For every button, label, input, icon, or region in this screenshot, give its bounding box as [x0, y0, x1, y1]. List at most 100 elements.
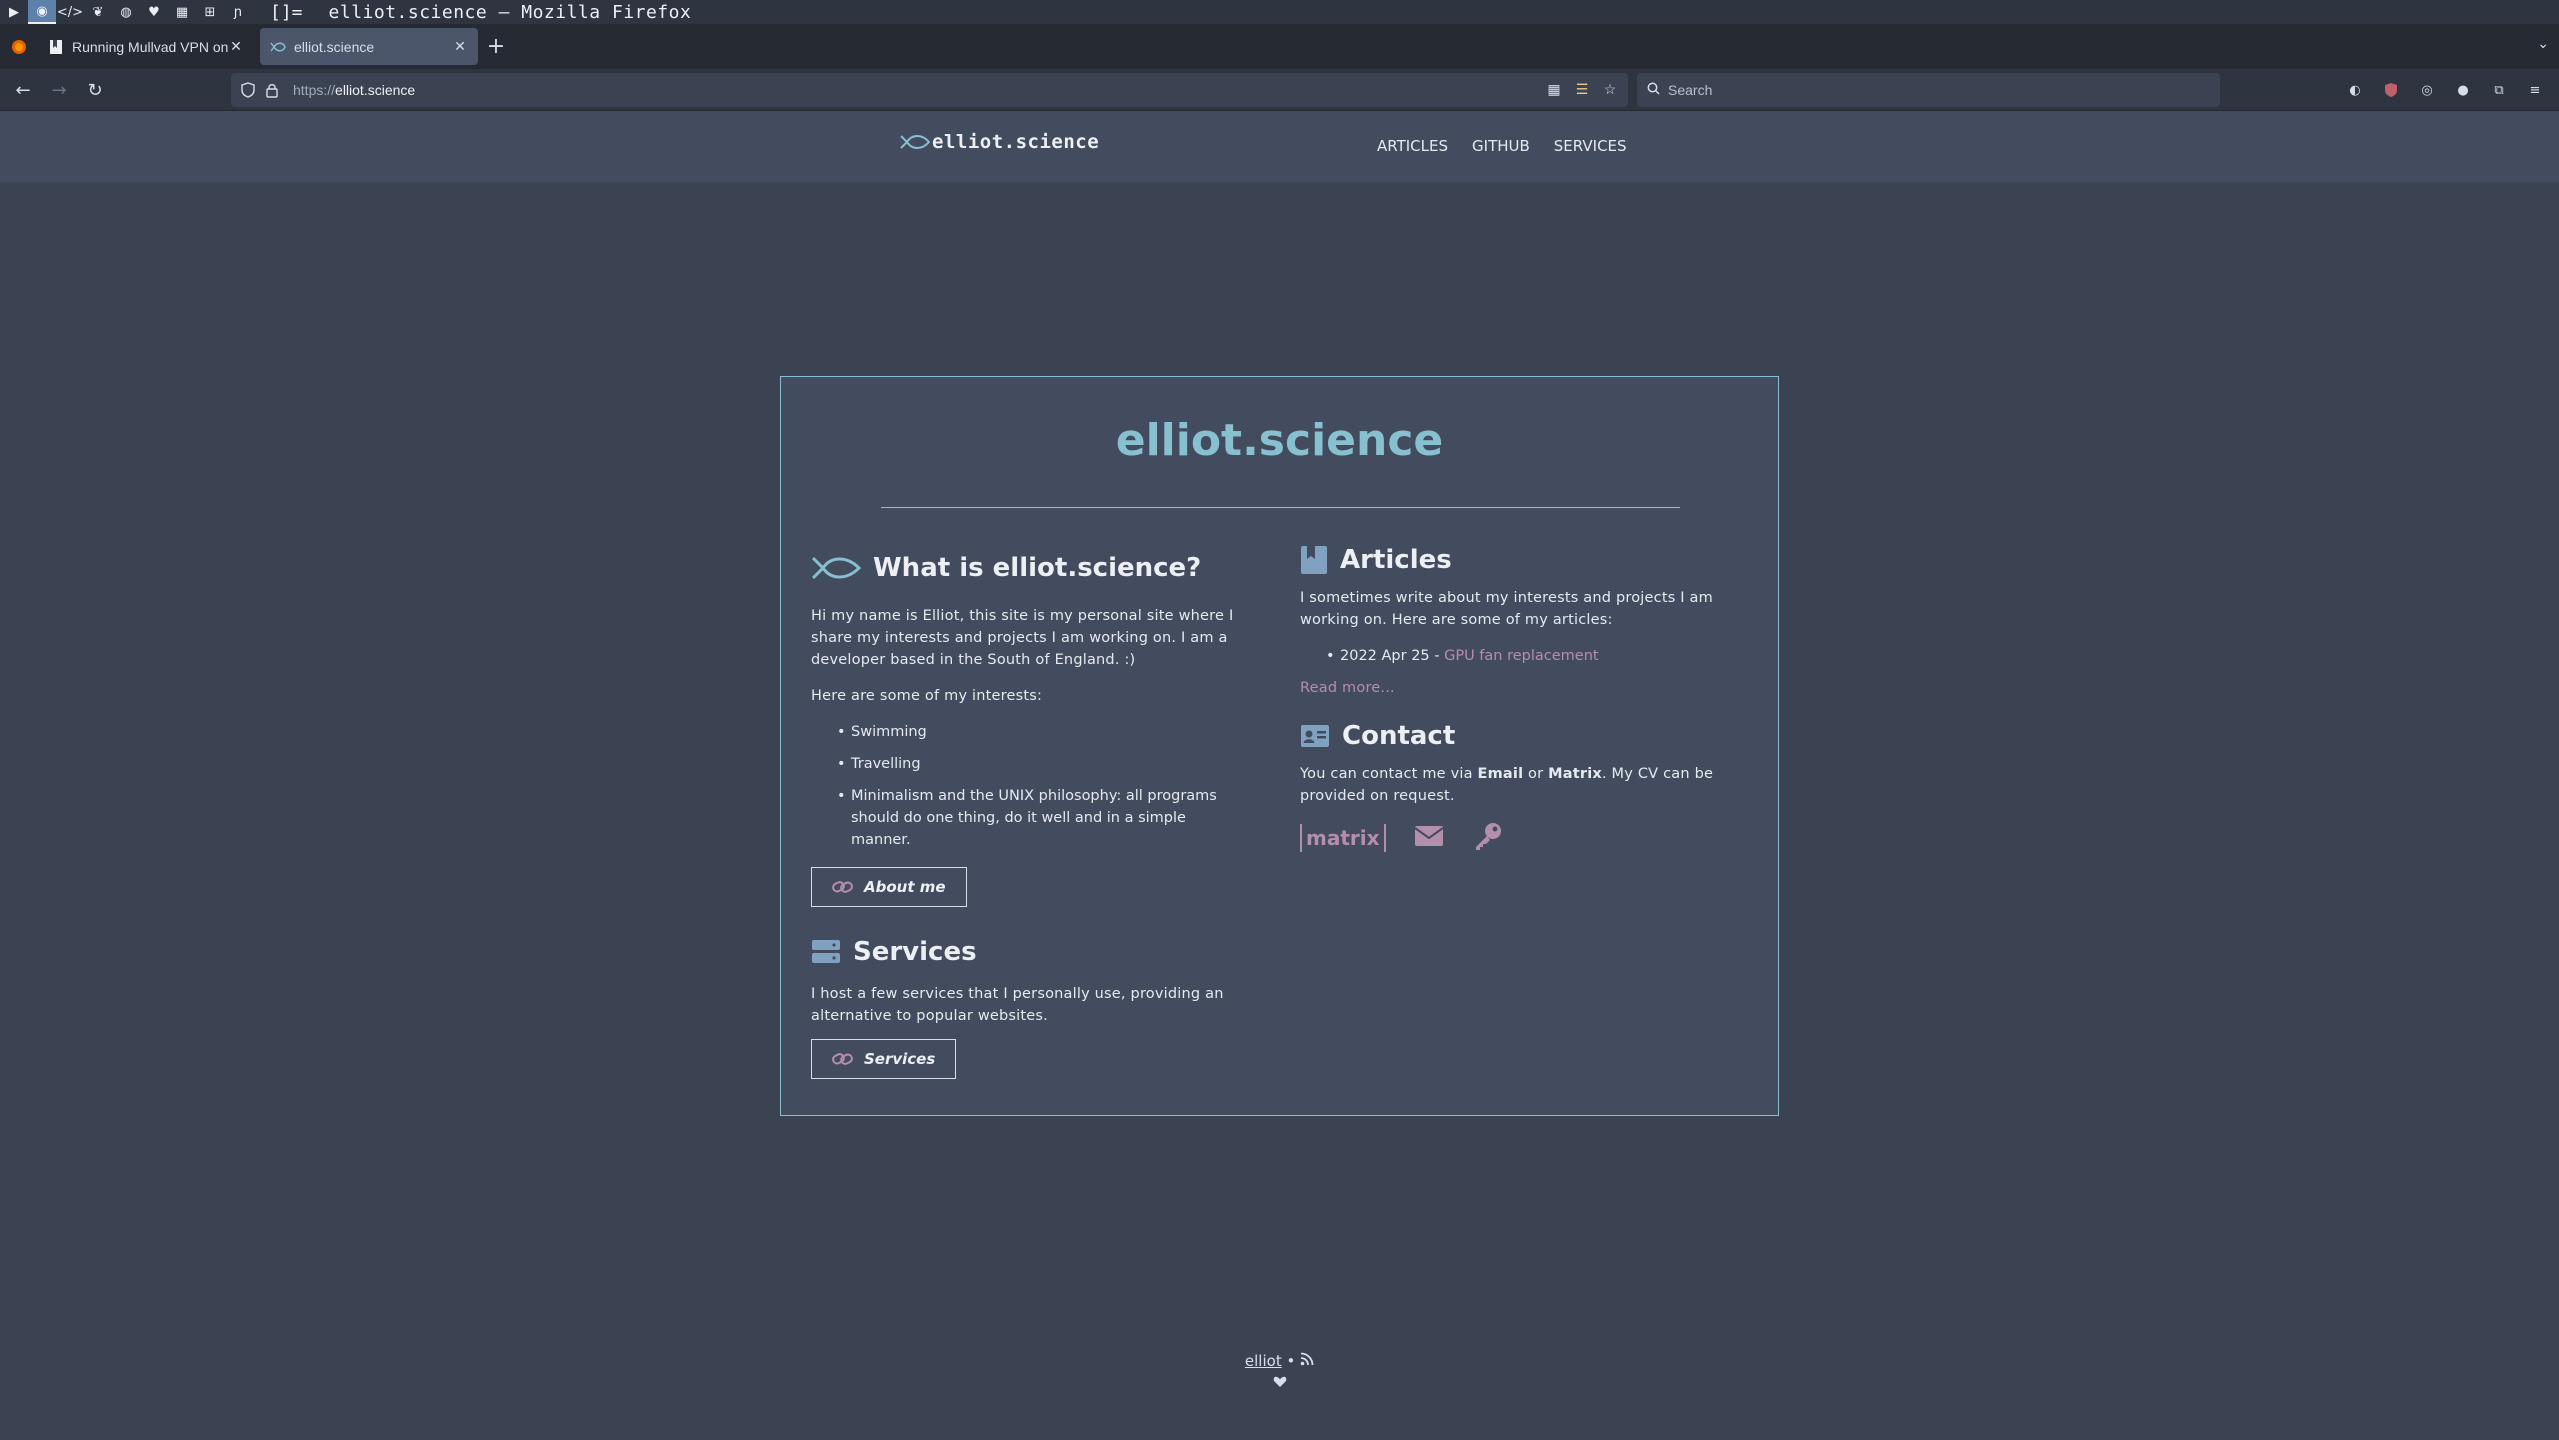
music-icon: ◍	[120, 4, 132, 20]
notes-icon: ɲ	[233, 4, 243, 20]
tab-strip: Running Mullvad VPN on G ✕ elliot.scienc…	[0, 24, 2559, 69]
contact-icons: matrix	[1300, 821, 1740, 855]
url-scheme: https://	[293, 82, 336, 98]
menu-icon[interactable]: ≡	[2524, 79, 2546, 101]
article-link[interactable]: GPU fan replacement	[1444, 648, 1599, 664]
list-all-tabs-icon[interactable]: ⌄	[2537, 36, 2549, 52]
link-icon	[832, 880, 854, 894]
new-tab-button[interactable]: +	[478, 28, 514, 65]
bookmark-icon	[1300, 545, 1328, 575]
tab-elliot-science[interactable]: elliot.science ✕	[260, 28, 478, 65]
firefox-logo-icon	[12, 39, 26, 54]
about-intro: Hi my name is Elliot, this site is my pe…	[811, 608, 1234, 668]
globe-extension-icon[interactable]: ◐	[2344, 79, 2366, 101]
footer-separator: •	[1281, 1352, 1301, 1370]
workspace-3[interactable]: </>	[56, 0, 84, 24]
back-icon[interactable]: ←	[12, 79, 34, 101]
password-extension-icon[interactable]: ◎	[2416, 79, 2438, 101]
services-heading-text: Services	[853, 937, 977, 967]
list-item: Swimming	[811, 721, 1241, 743]
about-me-label: About me	[864, 878, 946, 896]
bookmark-star-icon[interactable]: ☆	[1602, 81, 1618, 97]
cookie-extension-icon[interactable]: ●	[2452, 79, 2474, 101]
reload-icon[interactable]: ↻	[84, 79, 106, 101]
tracking-shield-icon[interactable]	[241, 82, 255, 98]
left-column: What is elliot.science? Hi my name is El…	[811, 553, 1241, 1079]
main-card: elliot.science What is elliot.science? H…	[780, 376, 1779, 1116]
url-text: https://elliot.science	[293, 82, 415, 98]
site-header: elliot.science ARTICLES GITHUB SERVICES	[0, 111, 2559, 182]
about-heading-text: What is elliot.science?	[873, 553, 1202, 583]
layout-indicator[interactable]: []=	[270, 2, 303, 23]
ublock-extension-icon[interactable]	[2380, 79, 2402, 101]
film-icon: ▦	[175, 4, 189, 20]
firefox-icon: ◉	[36, 3, 48, 19]
read-more-row: Read more...	[1300, 677, 1740, 699]
workspace-9[interactable]: ɲ	[224, 0, 252, 24]
workspace-2[interactable]: ◉	[28, 0, 56, 24]
interests-list: Swimming Travelling Minimalism and the U…	[811, 721, 1241, 851]
interests-label: Here are some of my interests:	[811, 688, 1043, 704]
services-heading: Services	[811, 937, 1241, 967]
matrix-link[interactable]: Matrix	[1548, 766, 1602, 782]
nav-github[interactable]: GITHUB	[1472, 137, 1530, 155]
site-brand[interactable]: elliot.science	[900, 131, 1099, 153]
services-button[interactable]: Services	[811, 1039, 957, 1079]
email-link[interactable]: Email	[1478, 766, 1524, 782]
fish-icon	[811, 555, 861, 581]
services-text: I host a few services that I personally …	[811, 986, 1224, 1024]
page-title: elliot.science	[1115, 415, 1444, 466]
envelope-icon[interactable]	[1413, 825, 1444, 851]
site-nav: ARTICLES GITHUB SERVICES	[1377, 137, 1627, 155]
forward-icon[interactable]: →	[48, 79, 70, 101]
contact-heading: Contact	[1300, 721, 1740, 751]
os-top-bar: ▶ ◉ </> ❦ ◍ ♥ ▦ ⊞ ɲ []= elliot.science —…	[0, 0, 2559, 24]
navigation-bar: ← → ↻ https://elliot.science ▦ ☰ ☆ Searc…	[0, 69, 2559, 111]
workspace-5[interactable]: ◍	[112, 0, 140, 24]
workspace-7[interactable]: ▦	[168, 0, 196, 24]
right-column: Articles I sometimes write about my inte…	[1300, 545, 1740, 855]
rss-icon[interactable]	[1300, 1352, 1314, 1370]
read-more-link[interactable]: Read more...	[1300, 680, 1395, 696]
list-item: Minimalism and the UNIX philosophy: all …	[811, 785, 1241, 851]
key-icon[interactable]	[1472, 821, 1504, 855]
about-heading: What is elliot.science?	[811, 553, 1241, 583]
heart-icon: ♥	[148, 4, 160, 20]
tab-mullvad[interactable]: Running Mullvad VPN on G ✕	[38, 28, 254, 65]
fish-logo-icon	[900, 135, 930, 149]
about-me-button[interactable]: About me	[811, 867, 967, 907]
article-separator: -	[1429, 648, 1445, 664]
close-tab-icon[interactable]: ✕	[228, 38, 244, 55]
site-footer: elliot •	[0, 1352, 2559, 1392]
id-card-icon	[1300, 724, 1330, 748]
nav-services[interactable]: SERVICES	[1554, 137, 1627, 155]
footer-name-link[interactable]: elliot	[1245, 1352, 1282, 1370]
link-icon	[832, 1052, 854, 1066]
windows-icon: ⊞	[204, 4, 216, 20]
extensions-puzzle-icon[interactable]: ⧉	[2488, 79, 2510, 101]
server-icon	[811, 939, 841, 965]
nav-articles[interactable]: ARTICLES	[1377, 137, 1448, 155]
grid-icon[interactable]: ▦	[1546, 81, 1562, 97]
title-divider	[881, 507, 1680, 508]
workspace-4[interactable]: ❦	[84, 0, 112, 24]
workspace-6[interactable]: ♥	[140, 0, 168, 24]
contact-text: You can contact me via Email or Matrix. …	[1300, 763, 1740, 807]
articles-heading-text: Articles	[1340, 545, 1452, 575]
list-item: Travelling	[811, 753, 1241, 775]
articles-text: I sometimes write about my interests and…	[1300, 590, 1713, 628]
search-bar[interactable]: Search	[1637, 73, 2220, 107]
workspace-1[interactable]: ▶	[0, 0, 28, 24]
matrix-logo-icon[interactable]: matrix	[1300, 824, 1386, 852]
articles-list: 2022 Apr 25 - GPU fan replacement	[1300, 645, 1740, 667]
close-tab-icon[interactable]: ✕	[452, 38, 468, 55]
lock-icon[interactable]	[265, 82, 279, 98]
workspace-8[interactable]: ⊞	[196, 0, 224, 24]
leaf-icon: ❦	[92, 4, 104, 20]
url-bar[interactable]: https://elliot.science ▦ ☰ ☆	[231, 73, 1628, 107]
contact-heading-text: Contact	[1342, 721, 1456, 751]
footer-heart-icon	[0, 1374, 2559, 1392]
window-title: elliot.science — Mozilla Firefox	[328, 1, 692, 23]
pinned-tab[interactable]	[0, 24, 38, 69]
colorful-stripes-icon[interactable]: ☰	[1574, 81, 1590, 97]
